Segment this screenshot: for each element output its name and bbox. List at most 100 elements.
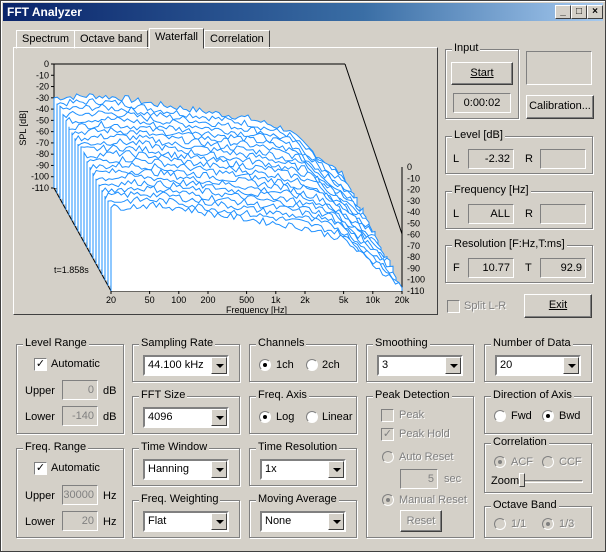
octave-band-title: Octave Band <box>491 499 559 511</box>
manual-reset-radio[interactable] <box>382 494 394 506</box>
x-tick-label: 50 <box>145 295 155 305</box>
zoom-slider-track[interactable] <box>521 480 583 483</box>
sampling-rate-title: Sampling Rate <box>139 337 216 349</box>
frequency-l-label: L <box>453 208 460 220</box>
x-axis-label: Frequency [Hz] <box>226 305 287 314</box>
split-lr-checkbox[interactable] <box>447 300 460 313</box>
close-button[interactable]: × <box>587 5 603 19</box>
chevron-down-icon <box>211 409 227 426</box>
peak-detection-title: Peak Detection <box>373 389 452 401</box>
channels-2ch-label: 2ch <box>322 359 340 371</box>
direction-bwd-label: Bwd <box>559 410 581 422</box>
smoothing-value: 3 <box>382 359 389 371</box>
calibration-button[interactable]: Calibration... <box>526 95 594 119</box>
right-y-tick-label: -30 <box>407 196 420 206</box>
y-tick-label: -100 <box>31 172 49 182</box>
freq-auto-checkbox[interactable]: ✓ <box>34 462 47 475</box>
freq-axis-linear-radio[interactable] <box>306 411 318 423</box>
resolution-f-value: 10.77 <box>468 258 514 278</box>
tab-waterfall[interactable]: Waterfall <box>149 28 204 49</box>
zoom-slider-thumb[interactable] <box>519 473 525 487</box>
start-button[interactable]: Start <box>451 62 513 85</box>
smoothing-title: Smoothing <box>373 337 430 349</box>
freq-upper-input[interactable]: 30000 <box>62 485 98 505</box>
right-y-tick-label: -90 <box>407 263 420 273</box>
fft-size-title: FFT Size <box>139 389 188 401</box>
octave-1-3-radio[interactable] <box>542 518 554 530</box>
y-tick-label: -30 <box>36 93 49 103</box>
frequency-r-value <box>540 204 586 224</box>
elapsed-time-display: 0:00:02 <box>453 93 511 113</box>
manual-reset-label: Manual Reset <box>399 494 467 506</box>
waterfall-panel: 0 -10 -20 -30 -40 -50 -60 -70 -80 -90 -100 -110 0 -10… <box>13 47 438 315</box>
level-range-title: Level Range <box>23 337 89 349</box>
direction-fwd-label: Fwd <box>511 410 532 422</box>
x-tick-label: 200 <box>200 295 215 305</box>
freq-auto-label: Automatic <box>51 462 100 474</box>
y-tick-label: -40 <box>36 104 49 114</box>
direction-fwd-radio[interactable] <box>494 410 506 422</box>
sampling-rate-value: 44.100 kHz <box>148 359 204 371</box>
auto-reset-label: Auto Reset <box>399 451 454 463</box>
chevron-down-icon <box>563 357 579 374</box>
correlation-ccf-radio[interactable] <box>542 456 554 468</box>
freq-lower-input[interactable]: 20 <box>62 511 98 531</box>
reset-button[interactable]: Reset <box>400 510 442 532</box>
frequency-group-title: Frequency [Hz] <box>452 184 531 196</box>
sampling-rate-select[interactable]: 44.100 kHz <box>143 355 229 376</box>
right-y-tick-label: -40 <box>407 207 420 217</box>
right-y-tick-label: 0 <box>407 162 412 172</box>
x-tick-label: 5k <box>339 295 349 305</box>
title-bar: FFT Analyzer _ □ × <box>3 3 603 21</box>
fft-size-value: 4096 <box>148 411 173 423</box>
time-label: t=1.858s <box>54 265 89 275</box>
octave-1-1-label: 1/1 <box>511 518 527 530</box>
channels-2ch-radio[interactable] <box>306 359 318 371</box>
y-tick-label: -90 <box>36 160 49 170</box>
direction-bwd-radio[interactable] <box>542 410 554 422</box>
resolution-t-label: T <box>525 262 532 274</box>
y-tick-label: -60 <box>36 127 49 137</box>
right-y-tick-label: -20 <box>407 185 420 195</box>
freq-weighting-select[interactable]: Flat <box>143 511 229 532</box>
channels-1ch-label: 1ch <box>276 359 294 371</box>
moving-average-value: None <box>265 515 292 527</box>
correlation-title: Correlation <box>491 436 549 448</box>
resolution-f-label: F <box>453 262 460 274</box>
smoothing-select[interactable]: 3 <box>377 355 463 376</box>
channels-1ch-radio[interactable] <box>259 359 271 371</box>
level-l-label: L <box>453 153 460 165</box>
freq-range-title: Freq. Range <box>23 441 89 453</box>
resolution-t-value: 92.9 <box>540 258 586 278</box>
moving-average-select[interactable]: None <box>260 511 346 532</box>
time-resolution-value: 1x <box>265 463 277 475</box>
y-tick-label: -20 <box>36 82 49 92</box>
level-auto-checkbox[interactable]: ✓ <box>34 358 47 371</box>
number-of-data-select[interactable]: 20 <box>495 355 581 376</box>
level-lower-unit: dB <box>103 411 117 423</box>
auto-reset-radio[interactable] <box>382 451 394 463</box>
peak-checkbox[interactable] <box>381 409 394 422</box>
chevron-down-icon <box>445 357 461 374</box>
y-tick-label: 0 <box>44 59 49 69</box>
fft-size-select[interactable]: 4096 <box>143 407 229 428</box>
chevron-down-icon <box>211 513 227 530</box>
freq-axis-log-radio[interactable] <box>259 411 271 423</box>
time-resolution-select[interactable]: 1x <box>260 459 346 480</box>
right-y-tick-label: -10 <box>407 173 420 183</box>
peak-hold-checkbox[interactable]: ✓ <box>381 428 394 441</box>
level-upper-input[interactable]: 0 <box>62 380 98 400</box>
minimize-button[interactable]: _ <box>555 5 571 19</box>
exit-button[interactable]: Exit <box>524 294 592 318</box>
x-tick-label: 1k <box>271 295 281 305</box>
time-window-select[interactable]: Hanning <box>143 459 229 480</box>
octave-1-1-radio[interactable] <box>494 518 506 530</box>
input-group-title: Input <box>452 42 481 54</box>
level-r-label: R <box>525 153 533 165</box>
correlation-acf-radio[interactable] <box>494 456 506 468</box>
split-lr-label: Split L-R <box>464 300 507 312</box>
maximize-button[interactable]: □ <box>571 5 587 19</box>
level-lower-input[interactable]: -140 <box>62 406 98 426</box>
auto-reset-seconds-input[interactable]: 5 <box>400 469 438 489</box>
chevron-down-icon <box>328 513 344 530</box>
